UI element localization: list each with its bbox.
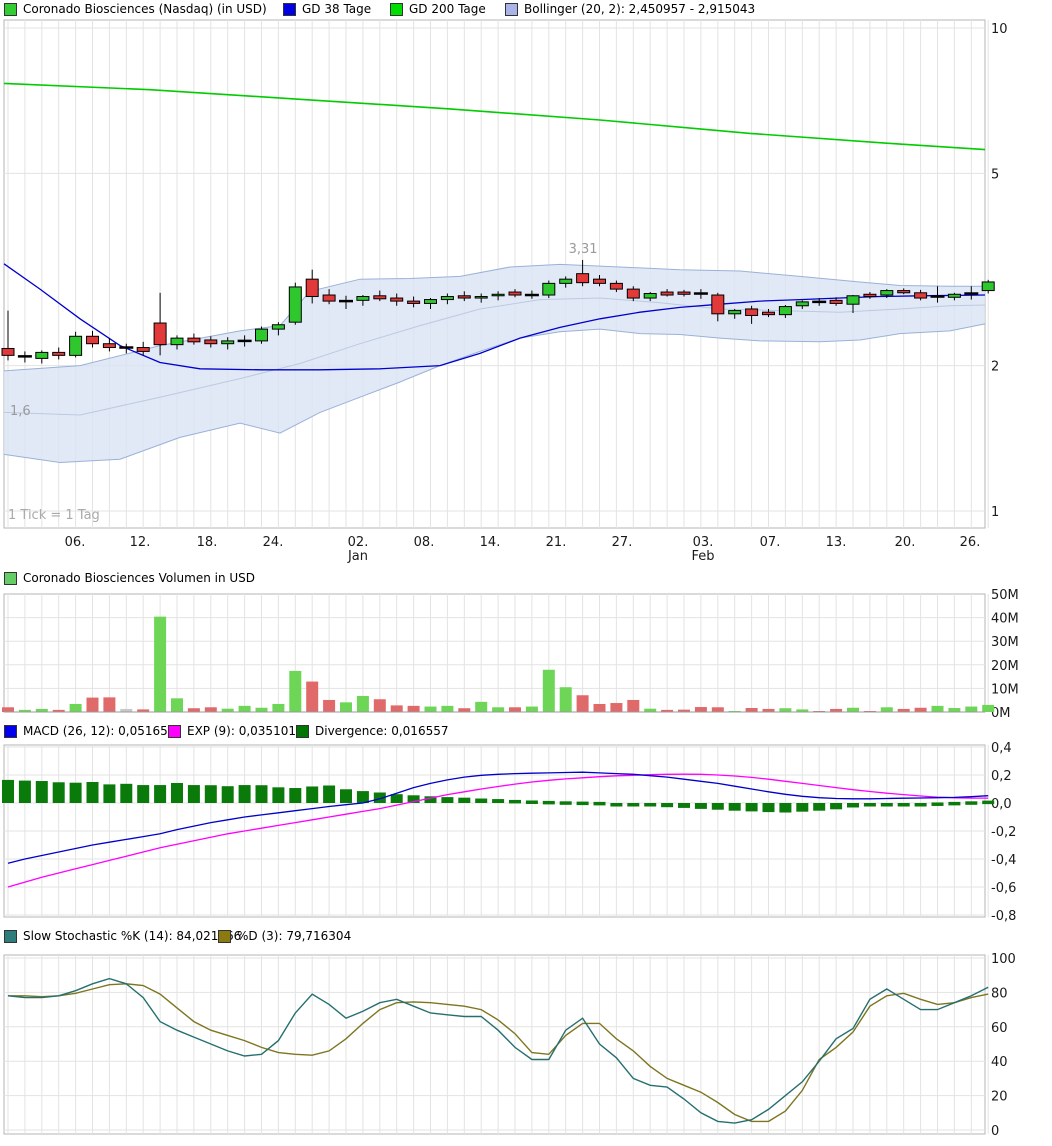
legend-item-exp: EXP (9): 0,035101 (168, 724, 296, 738)
svg-text:21.: 21. (546, 535, 567, 550)
legend-item-gd38: GD 38 Tage (283, 2, 371, 16)
stock-chart-page: { "colors": { "candle_up": "#2ec82e", "c… (0, 0, 1052, 1146)
svg-text:5: 5 (991, 167, 999, 182)
stoch-k-label: Slow Stochastic %K (14): 84,021166 (23, 929, 241, 943)
svg-text:-0,4: -0,4 (991, 853, 1016, 868)
svg-text:0: 0 (991, 1124, 999, 1139)
svg-text:50M: 50M (991, 588, 1019, 603)
exp-label: EXP (9): 0,035101 (187, 724, 296, 738)
svg-text:3,31: 3,31 (569, 242, 598, 257)
svg-text:Jan: Jan (347, 549, 368, 564)
legend-item-gd200: GD 200 Tage (390, 2, 486, 16)
svg-text:-0,8: -0,8 (991, 909, 1016, 924)
svg-text:-0,6: -0,6 (991, 881, 1016, 896)
volume-legend: Coronado Biosciences Volumen in USD (0, 571, 1052, 587)
svg-text:02.: 02. (348, 535, 369, 550)
legend-item-macd: MACD (26, 12): 0,051658 (4, 724, 175, 738)
bollinger-swatch (505, 3, 518, 16)
macd-label: MACD (26, 12): 0,051658 (23, 724, 175, 738)
divergence-swatch (296, 725, 309, 738)
stoch-k-swatch (4, 930, 17, 943)
svg-text:12.: 12. (130, 535, 151, 550)
gd200-label: GD 200 Tage (409, 2, 486, 16)
legend-item-divergence: Divergence: 0,016557 (296, 724, 448, 738)
macd-swatch (4, 725, 17, 738)
svg-text:13.: 13. (826, 535, 847, 550)
svg-text:07.: 07. (760, 535, 781, 550)
svg-text:24.: 24. (263, 535, 284, 550)
legend-item-bollinger: Bollinger (20, 2): 2,450957 - 2,915043 (505, 2, 755, 16)
svg-text:0,4: 0,4 (991, 741, 1012, 756)
volume-swatch (4, 572, 17, 585)
svg-text:100: 100 (991, 952, 1016, 967)
svg-text:1: 1 (991, 505, 999, 520)
svg-text:20.: 20. (895, 535, 916, 550)
svg-text:14.: 14. (480, 535, 501, 550)
svg-text:1,6: 1,6 (10, 404, 31, 419)
svg-text:06.: 06. (65, 535, 86, 550)
macd-legend: MACD (26, 12): 0,051658 EXP (9): 0,03510… (0, 724, 1052, 740)
stochastic-legend: Slow Stochastic %K (14): 84,021166 %D (3… (0, 929, 1052, 945)
svg-text:10: 10 (991, 22, 1008, 37)
stoch-d-label: %D (3): 79,716304 (237, 929, 351, 943)
svg-text:40M: 40M (991, 612, 1019, 627)
svg-text:20M: 20M (991, 659, 1019, 674)
exp-swatch (168, 725, 181, 738)
svg-text:60: 60 (991, 1021, 1008, 1036)
svg-text:20: 20 (991, 1090, 1008, 1105)
legend-item-volume: Coronado Biosciences Volumen in USD (4, 571, 255, 585)
price-legend: Coronado Biosciences (Nasdaq) (in USD) G… (0, 2, 1052, 18)
bollinger-label: Bollinger (20, 2): 2,450957 - 2,915043 (524, 2, 755, 16)
stoch-d-swatch (218, 930, 231, 943)
svg-text:10M: 10M (991, 682, 1019, 697)
legend-item-stoch-k: Slow Stochastic %K (14): 84,021166 (4, 929, 241, 943)
price-series-label: Coronado Biosciences (Nasdaq) (in USD) (23, 2, 267, 16)
svg-text:-0,2: -0,2 (991, 825, 1016, 840)
gd200-swatch (390, 3, 403, 16)
price-series-swatch (4, 3, 17, 16)
gd38-swatch (283, 3, 296, 16)
svg-text:2: 2 (991, 360, 999, 375)
svg-text:0,2: 0,2 (991, 769, 1012, 784)
svg-text:08.: 08. (414, 535, 435, 550)
volume-label: Coronado Biosciences Volumen in USD (23, 571, 255, 585)
legend-item-price: Coronado Biosciences (Nasdaq) (in USD) (4, 2, 267, 16)
svg-text:26.: 26. (960, 535, 981, 550)
divergence-label: Divergence: 0,016557 (315, 724, 448, 738)
svg-text:1 Tick = 1 Tag: 1 Tick = 1 Tag (8, 508, 100, 523)
svg-text:03.: 03. (693, 535, 714, 550)
svg-text:40: 40 (991, 1055, 1008, 1070)
svg-text:0,0: 0,0 (991, 797, 1012, 812)
svg-text:80: 80 (991, 986, 1008, 1001)
svg-text:27.: 27. (612, 535, 633, 550)
svg-text:30M: 30M (991, 635, 1019, 650)
gd38-label: GD 38 Tage (302, 2, 371, 16)
svg-text:18.: 18. (197, 535, 218, 550)
legend-item-stoch-d: %D (3): 79,716304 (218, 929, 351, 943)
svg-text:Feb: Feb (691, 549, 714, 564)
